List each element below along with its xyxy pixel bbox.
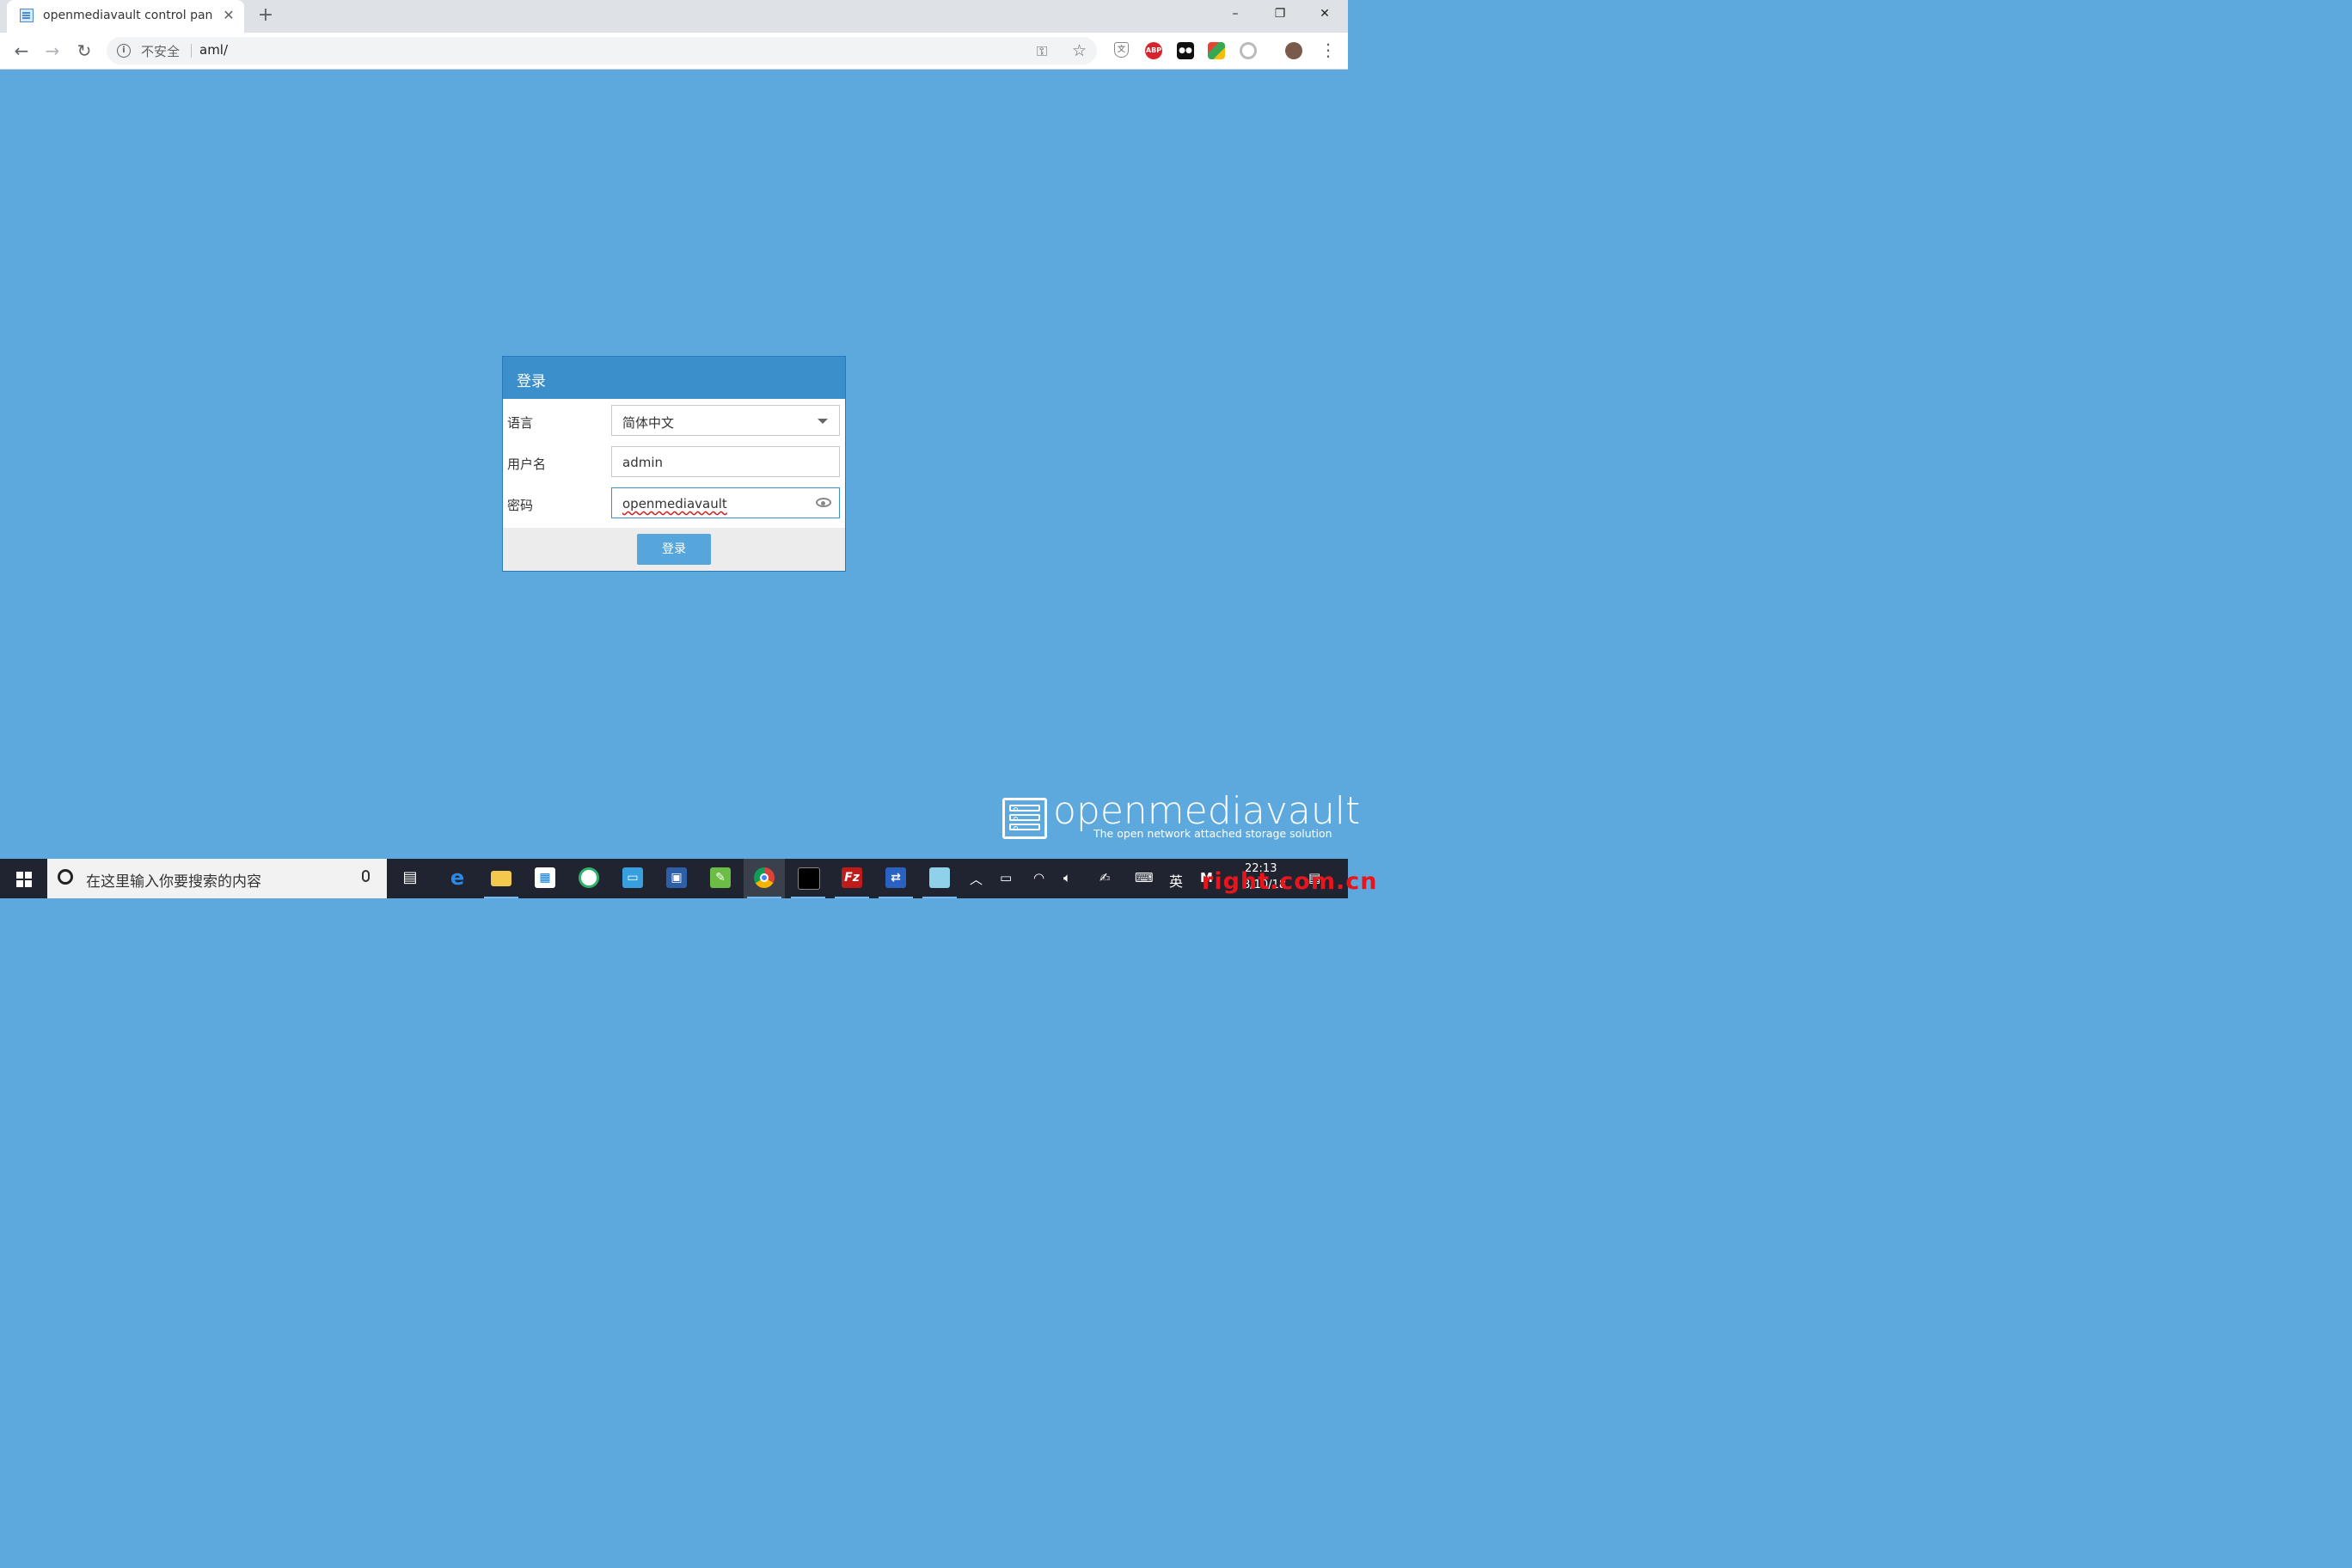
task-view-icon: ▤: [402, 868, 418, 886]
windows-taskbar: 在这里输入你要搜索的内容 ▤ e ▦ ▭ ▣ ✎ Fz ⇄ ︿ ▭ ◠ 🔈︎ ✍…: [0, 859, 1348, 898]
taskbar-chrome[interactable]: [744, 859, 785, 898]
url-text[interactable]: aml/: [199, 42, 228, 58]
pen-icon[interactable]: ✍︎: [1099, 870, 1111, 885]
folder-icon: [491, 871, 511, 886]
password-label: 密码: [507, 498, 534, 513]
extension-shield-icon[interactable]: 文: [1114, 42, 1129, 58]
taskbar-remote-desktop[interactable]: ▣: [656, 859, 697, 898]
taskbar-filezilla[interactable]: Fz: [831, 859, 873, 898]
site-info-icon[interactable]: i: [117, 44, 131, 58]
back-icon[interactable]: ←: [10, 40, 33, 62]
taskbar-notes-app[interactable]: [919, 859, 960, 898]
remote-desktop-icon: ▣: [666, 867, 687, 888]
username-label: 用户名: [507, 456, 547, 472]
password-key-icon[interactable]: ⚿: [1037, 43, 1047, 60]
taskbar-app-panel[interactable]: ▭: [612, 859, 653, 898]
windows-logo-icon: [16, 872, 32, 887]
login-title: 登录: [517, 373, 546, 390]
microphone-icon[interactable]: [362, 870, 370, 882]
tray-overflow-chevron-up-icon[interactable]: ︿: [970, 870, 983, 888]
username-field[interactable]: admin: [611, 446, 840, 477]
profile-avatar[interactable]: [1285, 42, 1302, 59]
browser-menu-icon[interactable]: ⋮: [1320, 40, 1337, 62]
task-view-button[interactable]: ▤: [389, 859, 431, 898]
address-bar[interactable]: i 不安全 aml/ ⚿ ☆: [107, 37, 1097, 64]
cortana-icon[interactable]: [58, 869, 73, 885]
password-value: openmediavault: [622, 496, 727, 511]
keyboard-icon[interactable]: ⌨︎: [1135, 870, 1154, 885]
page-favicon-icon: [20, 9, 34, 22]
green-circle-app-icon: [579, 867, 599, 888]
network-app-icon: ⇄: [885, 867, 906, 888]
password-field[interactable]: openmediavault: [611, 487, 840, 518]
volume-icon[interactable]: 🔈︎: [1063, 870, 1071, 885]
tab-title: openmediavault control panel: [43, 9, 213, 22]
username-value: admin: [622, 455, 663, 470]
brand-tagline: The open network attached storage soluti…: [1093, 827, 1332, 840]
battery-icon[interactable]: ▭: [1000, 870, 1012, 885]
browser-tabstrip: openmediavault control panel ✕ + – ❐ ✕: [0, 0, 1348, 33]
extension-color-icon[interactable]: [1208, 42, 1225, 59]
close-tab-icon[interactable]: ✕: [222, 7, 236, 24]
search-placeholder: 在这里输入你要搜索的内容: [86, 873, 261, 891]
minimize-window-button[interactable]: –: [1216, 0, 1255, 28]
taskbar-app-image[interactable]: ✎: [700, 859, 741, 898]
security-status: 不安全: [141, 44, 181, 59]
taskbar-network-app[interactable]: ⇄: [875, 859, 916, 898]
filezilla-icon: Fz: [842, 867, 862, 888]
site-watermark: right.com.cn: [1202, 868, 1378, 895]
notes-app-icon: [929, 867, 950, 888]
adblock-plus-icon[interactable]: ABP: [1145, 42, 1162, 59]
edge-icon: e: [450, 866, 465, 890]
taskbar-store[interactable]: ▦: [524, 859, 566, 898]
taskbar-app-green[interactable]: [568, 859, 609, 898]
restore-window-button[interactable]: ❐: [1260, 0, 1300, 28]
browser-toolbar: ← → ↻ i 不安全 aml/ ⚿ ☆ 文 ABP ●● ⋮: [0, 33, 1348, 70]
login-footer: 登录: [503, 528, 845, 571]
image-editor-icon: ✎: [710, 867, 731, 888]
wifi-icon[interactable]: ◠: [1033, 870, 1044, 885]
forward-icon[interactable]: →: [41, 40, 64, 62]
chrome-icon: [754, 867, 775, 888]
chevron-down-icon[interactable]: [818, 419, 828, 424]
reload-icon[interactable]: ↻: [73, 40, 95, 62]
taskbar-search-box[interactable]: 在这里输入你要搜索的内容: [47, 859, 387, 898]
language-label: 语言: [507, 415, 534, 431]
browser-tab[interactable]: openmediavault control panel ✕: [7, 0, 244, 33]
close-window-button[interactable]: ✕: [1305, 0, 1344, 28]
openmediavault-logo-icon: [1002, 798, 1047, 839]
login-header: 登录: [503, 357, 845, 399]
start-button[interactable]: [0, 859, 47, 898]
show-password-eye-icon[interactable]: [816, 498, 831, 507]
login-panel: 登录 语言 简体中文 用户名 admin 密码 openmediavault 登…: [502, 356, 846, 572]
extension-glasses-icon[interactable]: ●●: [1177, 42, 1194, 59]
terminal-icon: [798, 867, 820, 890]
language-select[interactable]: 简体中文: [611, 405, 840, 436]
extension-circle-icon[interactable]: [1240, 42, 1257, 59]
language-value: 简体中文: [622, 415, 675, 431]
new-tab-button[interactable]: +: [255, 5, 276, 26]
ime-language-indicator[interactable]: 英: [1169, 870, 1183, 891]
omnibox-divider: [191, 44, 192, 58]
bookmark-star-icon[interactable]: ☆: [1072, 41, 1087, 60]
control-panel-icon: ▭: [622, 867, 643, 888]
store-icon: ▦: [535, 867, 555, 888]
taskbar-terminal[interactable]: [787, 859, 829, 898]
login-button[interactable]: 登录: [637, 534, 711, 565]
taskbar-file-explorer[interactable]: [481, 859, 522, 898]
taskbar-edge[interactable]: e: [437, 859, 478, 898]
